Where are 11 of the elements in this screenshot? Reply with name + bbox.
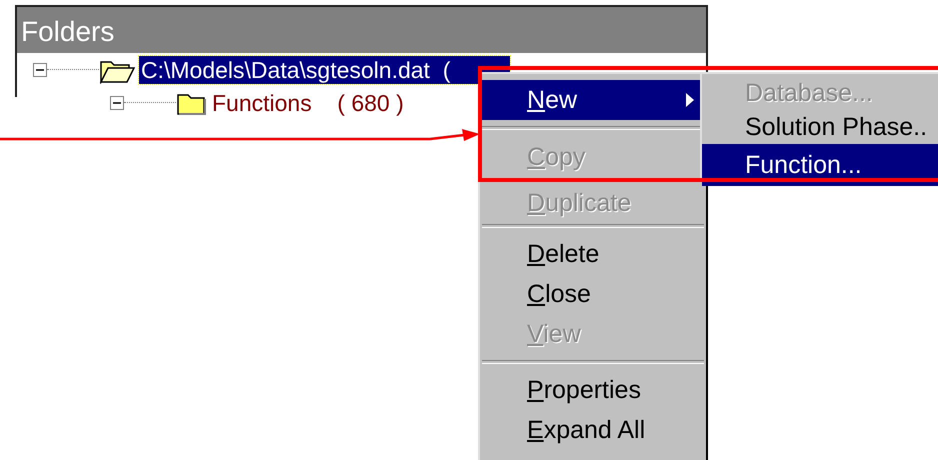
menu-item[interactable]: Solution Phase..: [702, 110, 938, 144]
panel-title: Folders: [17, 7, 706, 53]
collapse-icon[interactable]: [110, 96, 124, 110]
tree-item[interactable]: Functions ( 680 ): [210, 88, 406, 116]
menu-item[interactable]: Delete: [482, 234, 704, 274]
tree-item[interactable]: C:\Models\Data\sgtesoln.dat (: [139, 56, 510, 84]
menu-item[interactable]: Properties: [482, 370, 704, 410]
menu-item[interactable]: Function...: [702, 144, 938, 186]
collapse-icon[interactable]: [33, 62, 47, 76]
menu-item[interactable]: Expand All: [482, 410, 704, 450]
menu-item[interactable]: Close: [482, 274, 704, 314]
